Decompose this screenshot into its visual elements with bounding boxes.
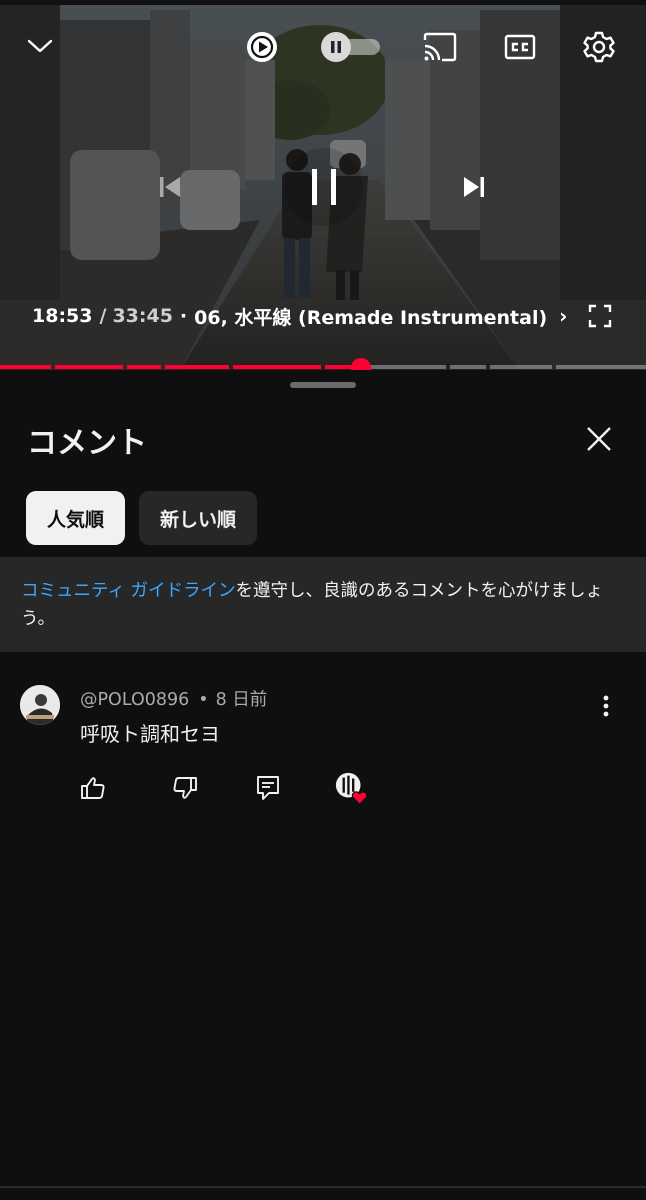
autoplay-button[interactable] xyxy=(243,28,281,66)
sort-chips: 人気順 新しい順 xyxy=(26,491,258,545)
like-button[interactable] xyxy=(75,770,111,806)
comments-panel: コメント 人気順 新しい順 コミュニティ ガイドラインを遵守し、良識のあるコメン… xyxy=(0,370,646,1200)
reply-icon xyxy=(257,776,279,800)
settings-icon xyxy=(583,31,615,63)
previous-icon xyxy=(160,177,180,197)
bottom-divider xyxy=(0,1186,646,1188)
chapter-segment xyxy=(233,365,321,369)
chapter-separator: · xyxy=(179,305,188,327)
chapter-segment xyxy=(556,365,646,369)
comment-actions xyxy=(0,770,646,806)
like-icon xyxy=(81,777,105,799)
settings-button[interactable] xyxy=(580,28,618,66)
current-time: 18:53 xyxy=(32,305,93,327)
comment-author[interactable]: @POLO0896 xyxy=(80,690,189,710)
pause-toggle[interactable] xyxy=(318,31,382,63)
chip-top[interactable]: 人気順 xyxy=(26,491,126,545)
creator-heart-icon xyxy=(335,772,368,805)
pause-icon xyxy=(312,169,336,205)
community-guidelines-link[interactable]: コミュニティ ガイドライン xyxy=(21,581,236,601)
play-pause-button[interactable] xyxy=(285,148,363,226)
next-icon xyxy=(464,177,484,197)
video-player[interactable]: 18:53 / 33:45 · 06, 水平線 (Remade Instrume… xyxy=(0,0,646,370)
avatar[interactable] xyxy=(20,685,60,725)
chapter-segment xyxy=(55,365,123,369)
chip-newest[interactable]: 新しい順 xyxy=(139,491,258,545)
autoplay-icon xyxy=(247,32,277,62)
cast-icon xyxy=(423,32,457,62)
header-separator: • xyxy=(198,690,209,710)
more-vert-icon xyxy=(603,695,609,717)
time-display: 18:53 / 33:45 · 06, 水平線 (Remade Instrume… xyxy=(32,301,567,331)
comment-item: @POLO0896 • 8 日前 呼吸ト調和セヨ xyxy=(0,670,646,810)
chapter-title[interactable]: 06, 水平線 (Remade Instrumental) xyxy=(194,303,547,330)
captions-icon xyxy=(504,34,536,60)
dislike-icon xyxy=(173,777,197,799)
chapter-segment xyxy=(165,365,229,369)
next-button[interactable] xyxy=(444,157,504,217)
duration: 33:45 xyxy=(112,305,173,327)
fullscreen-button[interactable] xyxy=(584,300,616,332)
close-button[interactable] xyxy=(578,418,620,460)
minimize-button[interactable] xyxy=(22,28,58,64)
chevron-down-icon xyxy=(27,39,53,53)
comment-text: 呼吸ト調和セヨ xyxy=(80,722,220,746)
cast-button[interactable] xyxy=(421,29,459,65)
close-icon xyxy=(587,427,611,451)
dislike-button[interactable] xyxy=(167,770,203,806)
captions-button[interactable] xyxy=(502,31,538,63)
fullscreen-icon xyxy=(588,304,612,328)
comment-age: 8 日前 xyxy=(215,690,268,710)
chevron-right-icon[interactable]: › xyxy=(559,304,567,328)
comment-header: @POLO0896 • 8 日前 xyxy=(80,686,267,711)
chapter-segment xyxy=(361,365,446,369)
chapter-segment xyxy=(450,365,486,369)
previous-button[interactable] xyxy=(140,157,200,217)
app-root: 18:53 / 33:45 · 06, 水平線 (Remade Instrume… xyxy=(0,0,646,1200)
status-strip xyxy=(0,0,646,5)
chapter-segment xyxy=(0,365,51,369)
comment-menu-button[interactable] xyxy=(590,690,622,722)
time-separator: / xyxy=(99,305,107,327)
guidelines-notice: コミュニティ ガイドラインを遵守し、良識のあるコメントを心がけましょう。 xyxy=(0,557,646,652)
drag-handle[interactable] xyxy=(290,382,356,388)
panel-title: コメント xyxy=(27,426,147,461)
chapter-segment xyxy=(490,365,552,369)
avatar-image xyxy=(20,685,60,725)
chapter-segment xyxy=(127,365,161,369)
pause-toggle-icon xyxy=(321,32,380,62)
creator-heart[interactable] xyxy=(334,770,370,806)
reply-button[interactable] xyxy=(250,770,286,806)
